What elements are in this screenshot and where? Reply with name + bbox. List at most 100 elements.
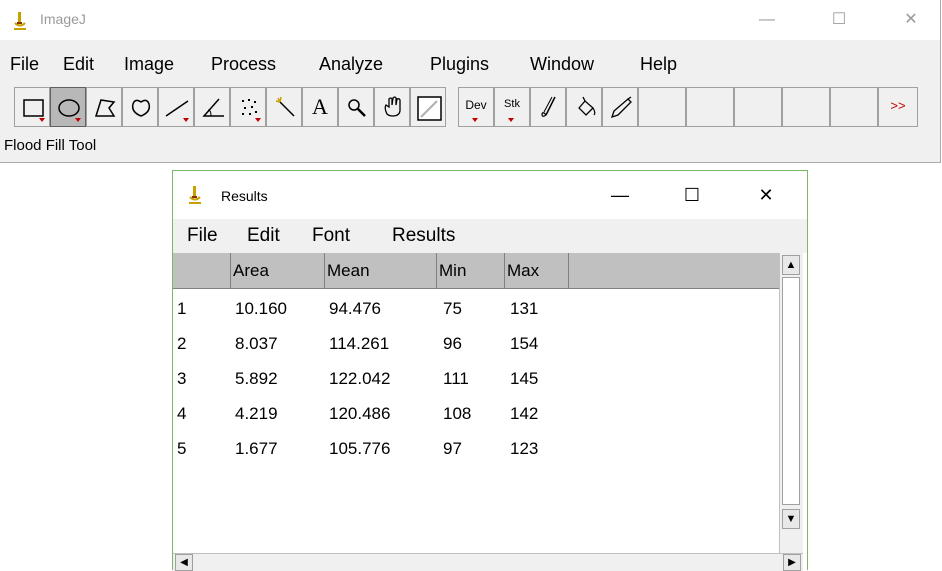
cell-index: 2 bbox=[177, 334, 187, 353]
dev-menu-tool[interactable]: Dev bbox=[458, 87, 494, 127]
cell-area: 5.892 bbox=[235, 369, 278, 388]
zoom-tool[interactable] bbox=[338, 87, 374, 127]
column-header-max[interactable]: Max bbox=[505, 253, 569, 289]
results-menu-results[interactable]: Results bbox=[392, 225, 455, 247]
results-menu-font[interactable]: Font bbox=[312, 225, 350, 247]
cell-max: 145 bbox=[510, 369, 539, 388]
results-close-button[interactable]: ✕ bbox=[743, 181, 789, 209]
menu-plugins[interactable]: Plugins bbox=[430, 54, 489, 75]
main-titlebar[interactable]: ImageJ — ☐ ✕ bbox=[0, 0, 940, 40]
hand-icon bbox=[384, 96, 401, 117]
polygon-tool[interactable] bbox=[86, 87, 122, 127]
vertical-scroll-thumb[interactable] bbox=[782, 277, 800, 505]
cell-max: 154 bbox=[510, 334, 539, 353]
results-menu-edit[interactable]: Edit bbox=[247, 225, 280, 247]
vertical-scrollbar[interactable]: ▲ ▼ bbox=[779, 253, 803, 553]
empty-tool-slot[interactable] bbox=[830, 87, 878, 127]
menu-window[interactable]: Window bbox=[530, 54, 594, 75]
cell-mean: 94.476 bbox=[329, 299, 381, 318]
freehand-icon bbox=[131, 99, 151, 117]
status-bar: Flood Fill Tool bbox=[4, 137, 97, 154]
cell-max: 123 bbox=[510, 439, 539, 458]
freehand-tool[interactable] bbox=[122, 87, 158, 127]
menu-analyze[interactable]: Analyze bbox=[319, 54, 383, 75]
menu-edit[interactable]: Edit bbox=[63, 54, 94, 75]
angle-tool[interactable] bbox=[194, 87, 230, 127]
close-button[interactable]: ✕ bbox=[888, 8, 934, 32]
results-title: Results bbox=[221, 188, 268, 204]
rectangle-tool[interactable] bbox=[14, 87, 50, 127]
results-minimize-button[interactable]: — bbox=[597, 181, 643, 209]
brush-icon bbox=[541, 96, 556, 117]
line-tool[interactable] bbox=[158, 87, 194, 127]
column-header-mean[interactable]: Mean bbox=[325, 253, 437, 289]
color-picker-tool[interactable] bbox=[410, 87, 446, 127]
column-header-min[interactable]: Min bbox=[437, 253, 505, 289]
eyedropper-icon bbox=[417, 96, 442, 121]
dropdown-indicator bbox=[255, 118, 261, 122]
horizontal-scrollbar[interactable]: ◀ ▶ bbox=[173, 553, 803, 571]
cell-min: 75 bbox=[443, 299, 462, 318]
cell-index: 4 bbox=[177, 404, 187, 423]
wand-tool[interactable] bbox=[266, 87, 302, 127]
text-tool[interactable]: A bbox=[302, 87, 338, 127]
pencil-tool[interactable] bbox=[602, 87, 638, 127]
cell-min: 108 bbox=[443, 404, 472, 423]
scroll-right-button[interactable]: ▶ bbox=[783, 554, 801, 571]
menu-help[interactable]: Help bbox=[640, 54, 677, 75]
main-window-title: ImageJ bbox=[40, 11, 86, 27]
cell-mean: 114.261 bbox=[329, 334, 390, 353]
column-header-area[interactable]: Area bbox=[231, 253, 325, 289]
cell-mean: 105.776 bbox=[329, 439, 391, 458]
imagej-main-window: ImageJ — ☐ ✕ File Edit Image Process Ana… bbox=[0, 0, 941, 163]
flood-fill-tool[interactable] bbox=[566, 87, 602, 127]
cell-mean: 122.042 bbox=[329, 369, 391, 388]
microscope-icon bbox=[189, 186, 201, 204]
table-row[interactable]: 1 10.160 94.476 75 131 bbox=[173, 295, 773, 323]
empty-tool-slot[interactable] bbox=[638, 87, 686, 127]
empty-tool-slot[interactable] bbox=[686, 87, 734, 127]
scroll-down-button[interactable]: ▼ bbox=[782, 509, 800, 529]
menu-image[interactable]: Image bbox=[124, 54, 174, 75]
polygon-icon bbox=[94, 99, 116, 117]
menu-file[interactable]: File bbox=[10, 54, 39, 75]
dropdown-indicator bbox=[39, 118, 45, 122]
empty-tool-slot[interactable] bbox=[734, 87, 782, 127]
cell-area: 1.677 bbox=[235, 439, 278, 458]
wand-icon bbox=[275, 96, 295, 117]
point-tool[interactable] bbox=[230, 87, 266, 127]
table-row[interactable]: 2 8.037 114.261 96 154 bbox=[173, 330, 773, 358]
table-row[interactable]: 4 4.219 120.486 108 142 bbox=[173, 400, 773, 428]
results-menu-file[interactable]: File bbox=[187, 225, 218, 247]
dev-label: Dev bbox=[465, 98, 487, 112]
more-tools-button[interactable]: >> bbox=[878, 87, 918, 127]
microscope-icon bbox=[14, 12, 26, 30]
scroll-tool[interactable] bbox=[374, 87, 410, 127]
maximize-button[interactable]: ☐ bbox=[816, 8, 862, 32]
cell-index: 3 bbox=[177, 369, 187, 388]
minimize-button[interactable]: — bbox=[744, 8, 790, 32]
paint-bucket-icon bbox=[578, 96, 596, 116]
results-table[interactable]: Area Mean Min Max 1 10.160 94.476 75 131… bbox=[173, 253, 807, 571]
dropdown-indicator bbox=[472, 118, 478, 122]
cell-area: 8.037 bbox=[235, 334, 278, 353]
oval-tool[interactable] bbox=[50, 87, 86, 127]
empty-tool-slot[interactable] bbox=[782, 87, 830, 127]
cell-max: 131 bbox=[510, 299, 539, 318]
scroll-left-button[interactable]: ◀ bbox=[175, 554, 193, 571]
column-header-index[interactable] bbox=[173, 253, 231, 289]
table-row[interactable]: 3 5.892 122.042 111 145 bbox=[173, 365, 773, 393]
brush-tool[interactable] bbox=[530, 87, 566, 127]
menu-process[interactable]: Process bbox=[211, 54, 276, 75]
cell-mean: 120.486 bbox=[329, 404, 391, 423]
results-titlebar[interactable]: Results — ☐ ✕ bbox=[173, 171, 807, 219]
column-header-empty bbox=[569, 253, 779, 289]
text-tool-label: A bbox=[312, 94, 328, 119]
rectangle-icon bbox=[23, 99, 44, 117]
cell-max: 142 bbox=[510, 404, 539, 423]
scroll-up-button[interactable]: ▲ bbox=[782, 255, 800, 275]
stk-menu-tool[interactable]: Stk bbox=[494, 87, 530, 127]
results-maximize-button[interactable]: ☐ bbox=[669, 181, 715, 209]
line-icon bbox=[165, 100, 189, 117]
table-row[interactable]: 5 1.677 105.776 97 123 bbox=[173, 435, 773, 463]
